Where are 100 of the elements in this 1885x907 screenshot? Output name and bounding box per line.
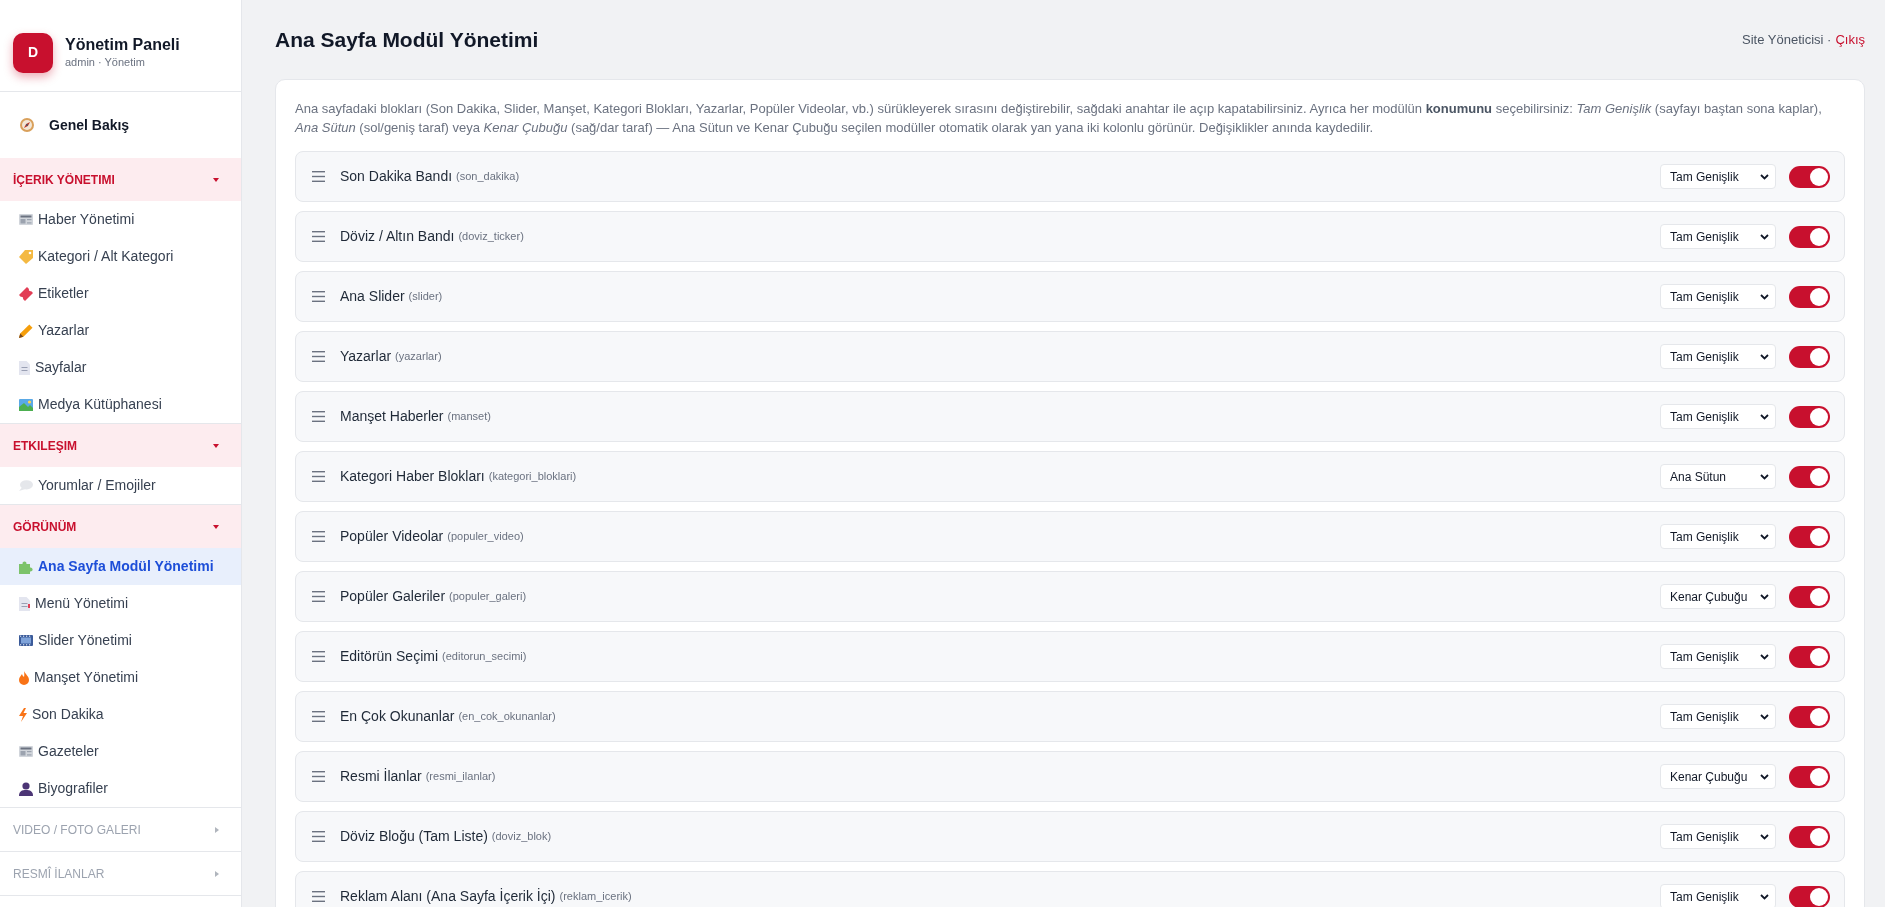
drag-handle-icon[interactable] [312,291,325,302]
nav-item[interactable]: Genel Bakış [0,92,241,158]
position-select[interactable]: Ana Sütun [1660,464,1776,489]
nav-item[interactable]: Son Dakika [0,696,241,733]
position-select[interactable]: Tam Genişlik [1660,524,1776,549]
nav-item[interactable]: Biyografiler [0,770,241,807]
module-name: Manşet Haberler [340,407,444,426]
toggle-switch[interactable] [1789,465,1830,488]
module-name: Kategori Haber Blokları [340,467,485,486]
panel-subtitle: admin · Yönetim [65,55,146,70]
position-select[interactable]: Tam Genişlik [1660,704,1776,729]
nav-item[interactable]: Medya Kütüphanesi [0,386,241,423]
page-title: Ana Sayfa Modül Yönetimi [275,27,539,53]
position-select[interactable]: Tam Genişlik [1660,824,1776,849]
chevron-down-icon [1760,293,1769,300]
nav-item[interactable]: Ana Sayfa Modül Yönetimi [0,548,241,585]
drag-handle-icon[interactable] [312,471,325,482]
module-key: (en_cok_okunanlar) [458,708,556,725]
drag-handle-icon[interactable] [312,771,325,782]
section-header[interactable]: ETKILEŞIM [0,424,241,467]
toggle-switch[interactable] [1789,225,1830,248]
module-key: (yazarlar) [395,348,442,365]
caret-right-icon [215,870,219,877]
module-name: Yazarlar [340,347,392,366]
drag-handle-icon[interactable] [312,891,325,902]
toggle-switch[interactable] [1789,165,1830,188]
nav-item[interactable]: Manşet Yönetimi [0,659,241,696]
nav-item[interactable]: Yorumlar / Emojiler [0,467,241,504]
drag-handle-icon[interactable] [312,651,325,662]
position-select[interactable]: Tam Genişlik [1660,644,1776,669]
compass-icon [20,118,34,132]
speech-bubble-icon [19,480,33,491]
module-name: Ana Slider [340,287,405,306]
toggle-switch[interactable] [1789,825,1830,848]
chevron-down-icon [1760,413,1769,420]
toggle-switch[interactable] [1789,405,1830,428]
logout-link[interactable]: Çıkış [1835,30,1865,50]
puzzle-piece-icon [19,559,33,574]
nav-item[interactable]: Haber Yönetimi [0,201,241,238]
toggle-switch[interactable] [1789,285,1830,308]
nav-item[interactable]: Gazeteler [0,733,241,770]
landscape-picture-icon [19,398,33,411]
ticket-icon [19,286,33,301]
module-key: (son_dakika) [456,168,520,185]
position-select[interactable]: Kenar Çubuğu [1660,764,1776,789]
toggle-switch[interactable] [1789,705,1830,728]
flame-icon [19,670,29,685]
section-header[interactable]: İÇERIK YÖNETIMI [0,158,241,201]
description-text: Ana sayfadaki blokları (Son Dakika, Slider, Manşet, Kategori Blokları, Yazarlar, Popüler Videolar, vb.) sürükleyerek sırasını değiştirebilir, sağdaki anahtar ile açıp kapatabilirsiniz. Ayrıca her modülün konumunu seçebilirsiniz: Tam Genişlik (sayfayı baştan sona kaplar), Ana Sütun (sol/geniş taraf) veya Kenar Çubuğu (sağ/dar taraf) — Ana Sütun ve Kenar Çubuğu seçilen modüller otomatik olarak yan yana iki kolonlu görünür. Değişiklikler anında kaydedilir. [295,100,1823,137]
chevron-down-icon [1760,233,1769,240]
nav-item[interactable]: Etiketler [0,275,241,312]
chevron-down-icon [1760,773,1769,780]
newspaper-icon [19,746,33,757]
module-key: (manset) [447,408,491,425]
module-key: (slider) [408,288,443,305]
module-key: (kategori_bloklari) [488,468,577,485]
panel-title: Yönetim Paneli [65,35,180,55]
nav-item[interactable]: Kategori / Alt Kategori [0,238,241,275]
toggle-switch[interactable] [1789,765,1830,788]
module-name: Döviz Bloğu (Tam Liste) [340,827,488,846]
chevron-down-icon [1760,713,1769,720]
person-icon [19,781,33,796]
drag-handle-icon[interactable] [312,531,325,542]
module-key: (resmi_ilanlar) [425,768,496,785]
nav-item[interactable]: Menü Yönetimi [0,585,241,622]
toggle-switch[interactable] [1789,645,1830,668]
module-name: Editörün Seçimi [340,647,439,666]
drag-handle-icon[interactable] [312,171,325,182]
user-name: Site Yöneticisi · [1742,31,1832,50]
drag-handle-icon[interactable] [312,831,325,842]
position-select[interactable]: Tam Genişlik [1660,164,1776,189]
drag-handle-icon[interactable] [312,711,325,722]
toggle-switch[interactable] [1789,345,1830,368]
position-select[interactable]: Tam Genişlik [1660,344,1776,369]
position-select[interactable]: Tam Genişlik [1660,284,1776,309]
drag-handle-icon[interactable] [312,231,325,242]
drag-handle-icon[interactable] [312,591,325,602]
lightning-icon [19,707,27,722]
drag-handle-icon[interactable] [312,411,325,422]
caret-down-icon [213,177,219,182]
toggle-switch[interactable] [1789,885,1830,907]
module-name: Popüler Videolar [340,527,444,546]
section-header[interactable]: GÖRÜNÜM [0,505,241,548]
position-select[interactable]: Tam Genişlik [1660,404,1776,429]
toggle-switch[interactable] [1789,525,1830,548]
tag-icon [19,249,33,264]
module-name: Döviz / Altın Bandı [340,227,455,246]
drag-handle-icon[interactable] [312,351,325,362]
chevron-down-icon [1760,653,1769,660]
module-key: (reklam_icerik) [559,888,632,905]
chevron-down-icon [1760,893,1769,900]
position-select[interactable]: Tam Genişlik [1660,224,1776,249]
nav-item[interactable]: Yazarlar [0,312,241,349]
nav-item[interactable]: Sayfalar [0,349,241,386]
chevron-down-icon [1760,833,1769,840]
document-icon [19,360,30,375]
position-select[interactable]: Kenar Çubuğu [1660,584,1776,609]
position-select[interactable]: Tam Genişlik [1660,884,1776,907]
nav-item[interactable]: Slider Yönetimi [0,622,241,659]
toggle-switch[interactable] [1789,585,1830,608]
